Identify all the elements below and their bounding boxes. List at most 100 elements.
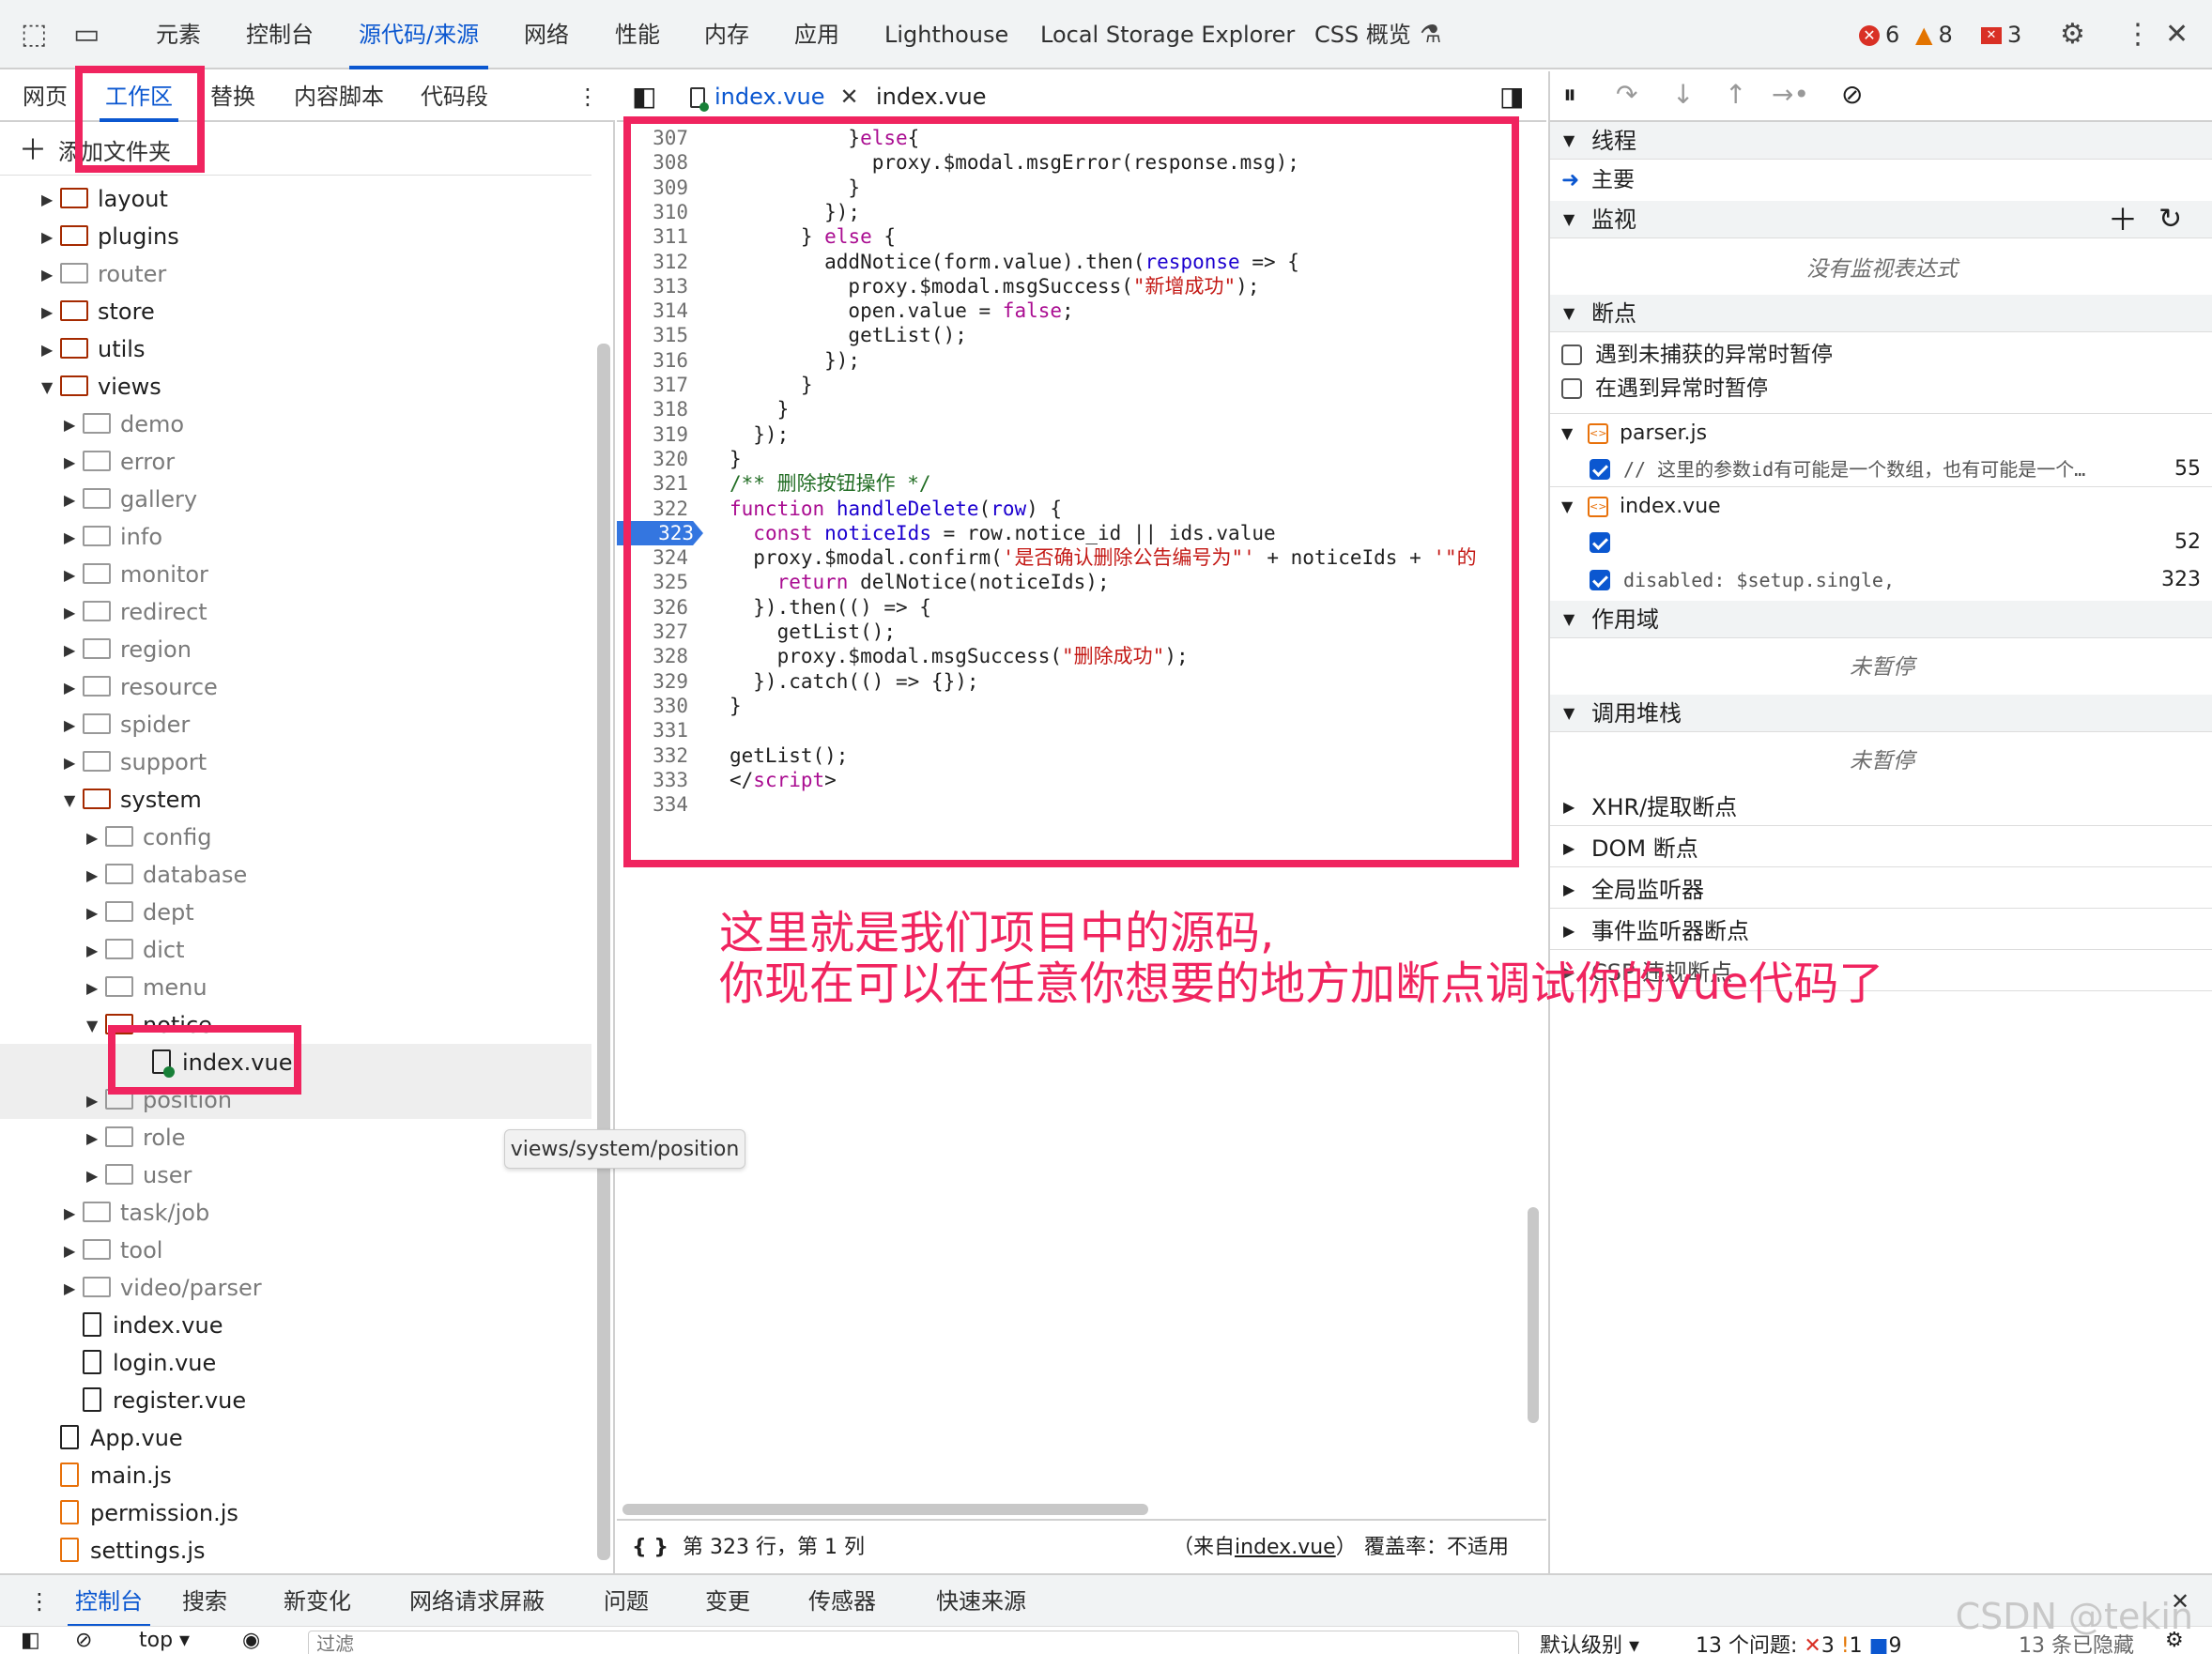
clear-console-icon[interactable]: ⊘ (75, 1629, 92, 1652)
settings-gear-icon[interactable]: ⚙ (2060, 0, 2085, 69)
xhr-breakpoints-header[interactable]: ▶ XHR/提取断点 (1550, 789, 2212, 826)
tree-file[interactable]: register.vue (64, 1382, 246, 1419)
tree-file[interactable]: login.vue (64, 1344, 216, 1382)
navigator-scrollbar[interactable] (597, 344, 610, 1560)
close-devtools-icon[interactable]: ✕ (2165, 0, 2189, 69)
toggle-navigator-icon[interactable]: ◧ (632, 71, 656, 122)
close-tab-icon[interactable]: ✕ (839, 84, 858, 110)
tree-folder[interactable]: ▶ role (86, 1119, 185, 1156)
tree-file[interactable]: App.vue (41, 1419, 183, 1457)
bp-checkbox[interactable] (1590, 570, 1610, 590)
tree-folder[interactable]: ▶ task/job (64, 1194, 209, 1232)
code-line[interactable]: 325 return delNotice(noticeIds); (617, 570, 1546, 594)
expand-arrow-open-icon[interactable]: ▼ (86, 1007, 105, 1045)
tree-folder[interactable]: ▶ database (86, 856, 247, 894)
drawer-tab-console[interactable]: 控制台 (68, 1575, 150, 1628)
line-number[interactable]: 330 (617, 694, 688, 718)
thread-main[interactable]: ➜ 主要 (1550, 161, 2212, 199)
sidebar-toggle-icon[interactable]: ◧ (21, 1629, 40, 1652)
tree-folder[interactable]: ▶ region (64, 631, 192, 668)
code-line[interactable]: 317 } (617, 373, 1546, 397)
tab-workspace[interactable]: 工作区 (100, 71, 178, 122)
code-line[interactable]: 318 } (617, 397, 1546, 421)
tab-memory[interactable]: 内存 (704, 0, 749, 69)
issues-count-badge[interactable]: ✕ 3 (1981, 0, 2021, 69)
line-number[interactable]: 322 (617, 497, 688, 521)
tree-folder[interactable]: ▼ notice (86, 1006, 212, 1044)
tree-folder[interactable]: ▶ video/parser (64, 1269, 262, 1307)
tab-local-storage-explorer[interactable]: Local Storage Explorer (1040, 0, 1295, 69)
expand-arrow-icon[interactable]: ▶ (41, 294, 60, 331)
expand-arrow-icon[interactable]: ▶ (86, 1082, 105, 1120)
expand-arrow-open-icon[interactable]: ▼ (64, 782, 83, 819)
tab-network[interactable]: 网络 (524, 0, 569, 69)
line-number[interactable]: 329 (617, 669, 688, 694)
tree-folder[interactable]: ▶ support (64, 743, 207, 781)
issues-summary[interactable]: 13 个问题: ✕3 !1 ■9 (1696, 1629, 1901, 1654)
expand-arrow-icon[interactable]: ▶ (64, 1233, 83, 1270)
event-listener-breakpoints-header[interactable]: ▶ 事件监听器断点 (1550, 912, 2212, 950)
code-line[interactable]: 322 function handleDelete(row) { (617, 497, 1546, 521)
inspect-element-icon[interactable]: ⬚ (21, 0, 47, 69)
watch-section-header[interactable]: ▼ 监视＋ ↻ (1550, 201, 2212, 238)
eye-icon[interactable]: ◉ (242, 1629, 260, 1652)
tab-content-scripts[interactable]: 内容脚本 (294, 71, 384, 122)
tree-folder[interactable]: ▶ plugins (41, 218, 179, 255)
tree-folder[interactable]: ▶ dept (86, 894, 194, 931)
tree-folder[interactable]: ▶ menu (86, 969, 207, 1006)
tree-file[interactable]: index.vue (64, 1307, 223, 1344)
code-line[interactable]: 334 (617, 792, 1546, 817)
line-number[interactable]: 310 (617, 200, 688, 224)
expand-arrow-icon[interactable]: ▶ (41, 181, 60, 219)
pause-uncaught-checkbox[interactable] (1561, 345, 1582, 365)
expand-arrow-icon[interactable]: ▶ (86, 857, 105, 895)
line-number[interactable]: 320 (617, 447, 688, 471)
line-number[interactable]: 315 (617, 323, 688, 347)
callstack-section-header[interactable]: ▼ 调用堆栈 (1550, 695, 2212, 732)
step-out-icon[interactable]: ↑ (1725, 79, 1746, 110)
pause-caught-option[interactable]: 在遇到异常时暂停 (1550, 370, 2212, 407)
expand-arrow-icon[interactable]: ▶ (64, 594, 83, 632)
expand-arrow-icon[interactable]: ▶ (64, 632, 83, 669)
drawer-tab-network-blocking[interactable]: 网络请求屏蔽 (409, 1575, 545, 1628)
error-count-badge[interactable]: ✕ 6 (1859, 0, 1899, 69)
device-toolbar-icon[interactable]: ▭ (73, 0, 100, 69)
pretty-print-icon[interactable]: { } (632, 1521, 668, 1575)
bp-checkbox[interactable] (1590, 459, 1610, 480)
source-origin-link[interactable]: index.vue (1235, 1536, 1336, 1559)
line-number[interactable]: 318 (617, 397, 688, 421)
tab-css-overview[interactable]: CSS 概览 (1314, 0, 1411, 69)
line-number[interactable]: 326 (617, 595, 688, 620)
code-line[interactable]: 316 }); (617, 348, 1546, 373)
expand-arrow-icon[interactable]: ▶ (64, 519, 83, 557)
line-number[interactable]: 321 (617, 471, 688, 496)
step-icon[interactable]: →• (1772, 79, 1809, 110)
expand-arrow-open-icon[interactable]: ▼ (41, 369, 60, 406)
tree-folder[interactable]: ▶ demo (64, 406, 184, 443)
line-number[interactable]: 333 (617, 768, 688, 792)
toggle-debugger-icon[interactable]: ◨ (1499, 71, 1524, 122)
tree-folder[interactable]: ▼ views (41, 368, 161, 406)
code-line[interactable]: 307 }else{ (617, 126, 1546, 150)
code-line[interactable]: 319 }); (617, 422, 1546, 447)
line-number[interactable]: 332 (617, 743, 688, 768)
line-number[interactable]: 328 (617, 644, 688, 668)
code-line[interactable]: 320} (617, 447, 1546, 471)
expand-arrow-icon[interactable]: ▶ (64, 482, 83, 519)
expand-arrow-icon[interactable]: ▶ (41, 331, 60, 369)
pause-resume-icon[interactable]: ⏸ (1563, 79, 1576, 111)
tree-file[interactable]: main.js (41, 1457, 172, 1494)
deactivate-breakpoints-icon[interactable]: ⊘ (1841, 79, 1863, 110)
tree-file[interactable]: permission.js (41, 1494, 238, 1532)
drawer-tab-sensors[interactable]: 传感器 (808, 1575, 876, 1628)
code-line[interactable]: 331 (617, 718, 1546, 743)
tab-elements[interactable]: 元素 (156, 0, 201, 69)
tree-file[interactable]: settings.js (41, 1532, 206, 1570)
expand-arrow-icon[interactable]: ▶ (64, 1270, 83, 1308)
code-line[interactable]: 312 addNotice(form.value).then(response … (617, 250, 1546, 274)
context-selector[interactable]: top ▾ (139, 1629, 190, 1652)
code-line[interactable]: 314 open.value = false; (617, 299, 1546, 323)
expand-arrow-icon[interactable]: ▶ (64, 744, 83, 782)
add-folder-button[interactable]: ＋添加文件夹 (19, 128, 171, 175)
code-line[interactable]: 311 } else { (617, 224, 1546, 249)
